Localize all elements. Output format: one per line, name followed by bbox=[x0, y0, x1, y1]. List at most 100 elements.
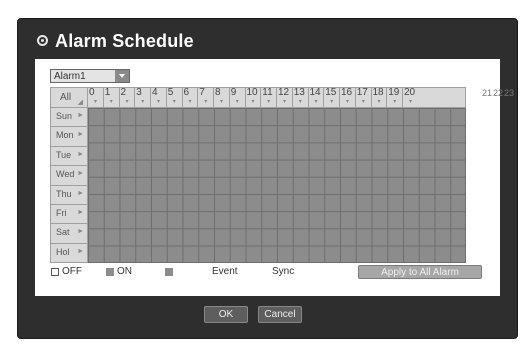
day-row-thu[interactable]: Thu ► bbox=[50, 185, 88, 205]
hour-header-5[interactable]: 5 ▾ bbox=[166, 87, 183, 108]
day-arrow-icon: ► bbox=[77, 170, 84, 178]
hour-number: 20 bbox=[404, 87, 416, 98]
day-label: Sun bbox=[56, 111, 73, 121]
day-arrow-icon: ► bbox=[77, 209, 84, 216]
hour-number: 0 bbox=[89, 87, 95, 98]
hour-number: 2 bbox=[120, 87, 127, 98]
hour-arrow-icon: ▾ bbox=[141, 99, 145, 105]
day-label: Fri bbox=[56, 208, 67, 218]
alarm-select-value: Alarm1 bbox=[54, 71, 86, 82]
hour-header-1[interactable]: 1 ▾ bbox=[103, 87, 120, 108]
schedule-panel: Alarm1 All ◢ 0 ▾ 1 ▾ 2 ▾ 3 ▾ 4 ▾ 5 ▾ 6 ▾ 7 ▾ 8 ▾ 9 ▾ 10 ▾ 11 ▾ 1… bbox=[35, 59, 514, 296]
day-arrow-icon: ► bbox=[77, 228, 84, 236]
hour-header-2[interactable]: 2 ▾ bbox=[119, 87, 136, 108]
hour-header-19[interactable]: 19 ▾ bbox=[387, 87, 403, 108]
hour-header-21[interactable]: 21 bbox=[482, 88, 492, 98]
hour-arrow-icon: ▾ bbox=[346, 99, 350, 105]
sync-legend-label: Sync bbox=[272, 266, 295, 277]
alarm-select[interactable]: Alarm1 bbox=[50, 69, 130, 83]
hour-header-6[interactable]: 6 ▾ bbox=[182, 87, 199, 108]
hour-arrow-icon: ▾ bbox=[125, 99, 129, 105]
hour-number: 15 bbox=[325, 87, 337, 98]
on-legend-label: ON bbox=[117, 266, 132, 277]
hour-header-17[interactable]: 17 ▾ bbox=[355, 87, 372, 108]
select-all-button[interactable]: All ◢ bbox=[50, 87, 88, 108]
apply-to-all-alarm-button[interactable]: Apply to All Alarm bbox=[358, 265, 482, 279]
off-legend-label: OFF bbox=[62, 266, 82, 277]
hour-arrow-icon: ▾ bbox=[298, 99, 302, 105]
day-label: Hol bbox=[56, 246, 70, 257]
hour-number: 11 bbox=[262, 87, 273, 98]
hour-arrow-icon: ▾ bbox=[377, 99, 381, 105]
hour-header-23[interactable]: 23 bbox=[504, 88, 514, 98]
day-label: Tue bbox=[56, 149, 72, 160]
day-row-hol[interactable]: Hol ► bbox=[50, 243, 88, 264]
hour-header-16[interactable]: 16 ▾ bbox=[340, 87, 356, 108]
day-label: Mon bbox=[56, 130, 74, 141]
hour-header-3[interactable]: 3 ▾ bbox=[135, 87, 151, 108]
schedule-slots[interactable] bbox=[88, 108, 466, 263]
hour-header-22[interactable]: 22 bbox=[493, 88, 503, 98]
hour-number: 10 bbox=[246, 87, 258, 98]
day-row-wed[interactable]: Wed ► bbox=[50, 166, 88, 186]
hour-arrow-icon: ▾ bbox=[94, 99, 98, 105]
hour-number: 4 bbox=[152, 87, 158, 98]
hour-number: 12 bbox=[278, 87, 290, 98]
off-legend-swatch bbox=[51, 268, 59, 276]
hour-number: 13 bbox=[293, 87, 305, 98]
event-legend-label: Event bbox=[212, 266, 238, 277]
hour-number: 1 bbox=[104, 87, 111, 98]
hour-arrow-icon: ▾ bbox=[393, 99, 397, 105]
hour-arrow-icon: ▾ bbox=[361, 99, 365, 105]
hour-number: 18 bbox=[372, 87, 384, 98]
hour-arrow-icon: ▾ bbox=[188, 99, 192, 105]
day-row-sat[interactable]: Sat ► bbox=[50, 224, 88, 244]
hour-header-15[interactable]: 15 ▾ bbox=[324, 87, 340, 108]
ok-button[interactable]: OK bbox=[204, 306, 248, 323]
hour-arrow-icon: ▾ bbox=[267, 99, 271, 105]
chevron-down-icon[interactable] bbox=[115, 70, 129, 82]
hour-header-7[interactable]: 7 ▾ bbox=[198, 87, 214, 108]
day-label: Thu bbox=[56, 188, 72, 199]
hour-number: 8 bbox=[215, 87, 221, 98]
hour-arrow-icon: ▾ bbox=[109, 99, 113, 105]
day-label: Sat bbox=[56, 227, 70, 238]
hour-header-14[interactable]: 14 ▾ bbox=[308, 87, 325, 108]
hour-header-10[interactable]: 10 ▾ bbox=[245, 87, 262, 108]
hour-header-4[interactable]: 4 ▾ bbox=[151, 87, 167, 108]
hour-header-8[interactable]: 8 ▾ bbox=[214, 87, 230, 108]
hour-header-9[interactable]: 9 ▾ bbox=[229, 87, 246, 108]
alarm-schedule-dialog: Alarm Schedule Alarm1 All ◢ 0 ▾ 1 ▾ 2 ▾ 3 ▾ 4 ▾ 5 ▾… bbox=[17, 18, 518, 339]
dialog-title: Alarm Schedule bbox=[55, 31, 194, 51]
hour-number: 7 bbox=[199, 87, 205, 98]
hour-arrow-icon: ▾ bbox=[235, 99, 239, 105]
select-all-label: All bbox=[60, 92, 72, 103]
day-arrow-icon: ► bbox=[77, 247, 84, 255]
day-row-mon[interactable]: Mon ► bbox=[50, 127, 88, 147]
title-bullet-icon bbox=[37, 35, 48, 46]
hour-number: 3 bbox=[136, 87, 142, 98]
hour-header-20[interactable]: 20 ▾ bbox=[403, 87, 466, 108]
hour-header-12[interactable]: 12 ▾ bbox=[277, 87, 293, 108]
day-arrow-icon: ► bbox=[77, 150, 84, 158]
hour-header-0[interactable]: 0 ▾ bbox=[88, 87, 104, 108]
hour-number: 17 bbox=[356, 87, 368, 98]
cancel-button[interactable]: Cancel bbox=[258, 306, 302, 323]
hour-header-11[interactable]: 11 ▾ bbox=[261, 87, 277, 108]
day-row-fri[interactable]: Fri ► bbox=[50, 205, 88, 225]
event-legend-swatch bbox=[165, 268, 173, 276]
day-arrow-icon: ► bbox=[77, 131, 84, 139]
day-arrow-icon: ► bbox=[77, 189, 84, 197]
hour-header-18[interactable]: 18 ▾ bbox=[371, 87, 388, 108]
schedule-grid: All ◢ 0 ▾ 1 ▾ 2 ▾ 3 ▾ 4 ▾ 5 ▾ 6 ▾ 7 ▾ 8 ▾ 9 ▾ 10 ▾ 11 ▾ 12 ▾ 13 ▾ 14… bbox=[50, 87, 466, 264]
hour-arrow-icon: ▾ bbox=[172, 99, 176, 105]
day-row-tue[interactable]: Tue ► bbox=[50, 146, 88, 167]
on-legend-swatch bbox=[106, 268, 114, 276]
hour-number: 19 bbox=[388, 87, 400, 98]
hour-number: 9 bbox=[230, 87, 237, 98]
day-label: Wed bbox=[56, 169, 75, 180]
hour-arrow-icon: ▾ bbox=[157, 99, 161, 105]
day-row-sun[interactable]: Sun ► bbox=[50, 108, 88, 128]
hour-arrow-icon: ▾ bbox=[283, 99, 287, 105]
hour-header-13[interactable]: 13 ▾ bbox=[292, 87, 309, 108]
